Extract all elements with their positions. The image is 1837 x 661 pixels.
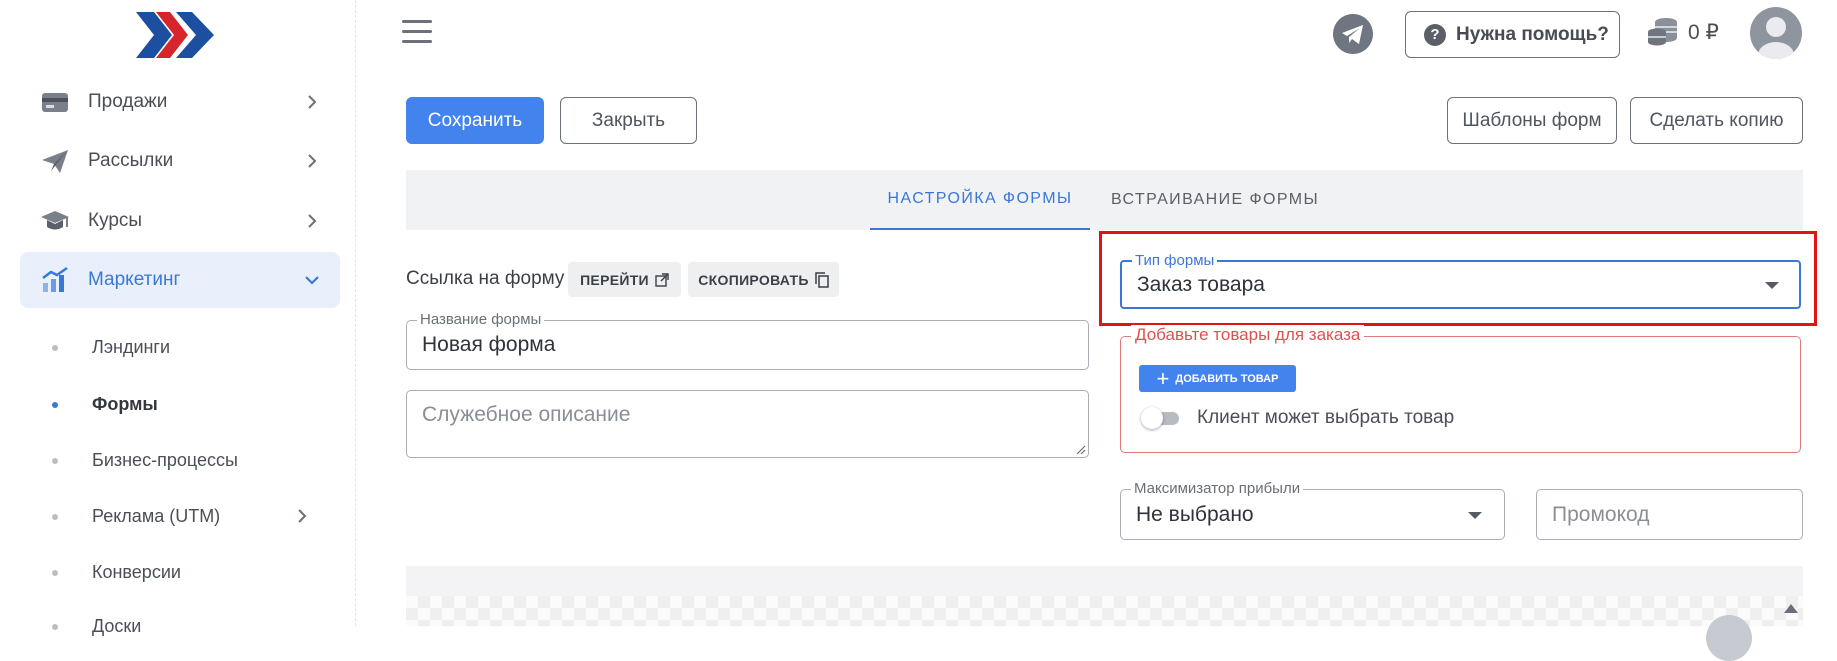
chevron-down-icon [305, 276, 319, 285]
add-product-button[interactable]: + ДОБАВИТЬ ТОВАР [1139, 365, 1296, 392]
bullet-dot [52, 345, 58, 351]
copy-icon [814, 271, 829, 288]
toggle-knob [1141, 407, 1163, 429]
copy-link-label: СКОПИРОВАТЬ [698, 271, 809, 288]
sidebar-subitem-forms[interactable]: Формы [50, 384, 340, 424]
sidebar-item-marketing[interactable]: Маркетинг [20, 252, 340, 308]
resize-handle-icon[interactable] [1074, 443, 1086, 455]
sidebar-subitem-label: Доски [92, 615, 142, 636]
sidebar-subitem-boards[interactable]: Доски [50, 606, 340, 646]
bullet-dot [52, 570, 58, 576]
card-icon [42, 93, 68, 112]
sidebar-subitem-business-processes[interactable]: Бизнес-процессы [50, 440, 340, 480]
sidebar-item-mailings[interactable]: Рассылки [20, 133, 340, 189]
sidebar-subitem-label: Лэндинги [92, 336, 171, 357]
profit-maximizer-select[interactable]: Максимизатор прибыли Не выбрано [1120, 480, 1505, 540]
go-to-form-label: ПЕРЕЙТИ [580, 271, 649, 288]
bullet-dot [52, 458, 58, 464]
client-choice-toggle[interactable] [1141, 407, 1181, 429]
sidebar-subitem-conversions[interactable]: Конверсии [50, 552, 340, 592]
sidebar-item-sales[interactable]: Продажи [20, 74, 340, 130]
form-name-field[interactable]: Название формы Новая форма [406, 311, 1089, 370]
bullet-dot [52, 624, 58, 630]
menu-toggle-icon[interactable] [402, 20, 432, 46]
save-button[interactable]: Сохранить [406, 97, 544, 144]
question-icon: ? [1424, 23, 1446, 46]
help-button-label: Нужна помощь? [1456, 23, 1609, 45]
telegram-icon[interactable] [1333, 14, 1373, 54]
form-preview-area [406, 566, 1803, 626]
client-choice-label: Клиент может выбрать товар [1197, 407, 1455, 428]
form-templates-button[interactable]: Шаблоны форм [1447, 97, 1617, 144]
coins-icon [1648, 18, 1677, 46]
form-name-value: Новая форма [422, 333, 556, 356]
help-button[interactable]: ? Нужна помощь? [1405, 11, 1620, 58]
add-product-label: ДОБАВИТЬ ТОВАР [1175, 372, 1279, 385]
form-type-legend: Тип формы [1132, 252, 1218, 269]
close-button[interactable]: Закрыть [560, 97, 697, 144]
chevron-right-icon [308, 95, 317, 109]
sidebar-subitem-utm[interactable]: Реклама (UTM) [50, 496, 340, 536]
sidebar-subitem-label: Бизнес-процессы [92, 449, 238, 470]
sidebar: Продажи Рассылки Курсы Маркетинг Лэндинг… [0, 0, 356, 636]
sidebar-subitem-landings[interactable]: Лэндинги [50, 327, 340, 367]
form-type-value: Заказ товара [1137, 273, 1265, 296]
company-logo[interactable] [136, 12, 214, 58]
sidebar-item-label: Курсы [88, 210, 143, 231]
sidebar-item-label: Рассылки [88, 150, 174, 171]
promo-code-input[interactable]: Промокод [1536, 489, 1803, 540]
form-link-label: Ссылка на форму [406, 268, 565, 289]
sidebar-subitem-label: Конверсии [92, 561, 181, 582]
scroll-up-icon[interactable] [1784, 604, 1798, 613]
plus-icon: + [1156, 365, 1170, 391]
dropdown-caret-icon [1765, 282, 1779, 289]
sidebar-item-label: Продажи [88, 91, 168, 112]
profit-maximizer-value: Не выбрано [1136, 503, 1254, 526]
user-silhouette-icon [1758, 17, 1794, 59]
promo-code-placeholder: Промокод [1552, 503, 1650, 526]
floating-action-button[interactable] [1706, 615, 1752, 661]
balance-amount: 0 ₽ [1688, 21, 1719, 44]
products-section: Добавьте товары для заказа + ДОБАВИТЬ ТО… [1120, 325, 1801, 453]
sidebar-subitem-label: Реклама (UTM) [92, 505, 221, 526]
graduation-cap-icon [41, 211, 69, 230]
growth-chart-icon [42, 266, 68, 292]
chevron-right-icon [308, 214, 317, 228]
form-name-legend: Название формы [417, 311, 545, 328]
profit-maximizer-legend: Максимизатор прибыли [1131, 480, 1304, 497]
sidebar-item-courses[interactable]: Курсы [20, 193, 340, 249]
external-link-icon [655, 272, 669, 287]
chevron-right-icon [308, 154, 317, 168]
make-copy-button[interactable]: Сделать копию [1630, 97, 1803, 144]
sidebar-item-label: Маркетинг [88, 269, 181, 290]
bullet-dot [52, 402, 58, 408]
dropdown-caret-icon [1468, 512, 1482, 519]
tabs-bar: НАСТРОЙКА ФОРМЫ ВСТРАИВАНИЕ ФОРМЫ [406, 170, 1803, 230]
transparency-checkerboard [406, 596, 1803, 626]
paper-plane-icon [42, 150, 68, 173]
products-legend: Добавьте товары для заказа [1131, 325, 1365, 345]
copy-link-button[interactable]: СКОПИРОВАТЬ [688, 262, 839, 297]
bullet-dot [52, 514, 58, 520]
tab-form-settings[interactable]: НАСТРОЙКА ФОРМЫ [870, 170, 1090, 230]
description-placeholder: Служебное описание [422, 403, 631, 426]
form-type-select[interactable]: Тип формы Заказ товара [1120, 252, 1801, 309]
description-textarea[interactable]: Служебное описание [406, 390, 1089, 458]
go-to-form-button[interactable]: ПЕРЕЙТИ [568, 262, 681, 297]
sidebar-subitem-label: Формы [92, 393, 158, 414]
chevron-right-icon [298, 509, 307, 523]
tab-form-embed[interactable]: ВСТРАИВАНИЕ ФОРМЫ [1100, 170, 1330, 230]
user-avatar[interactable] [1750, 7, 1802, 59]
